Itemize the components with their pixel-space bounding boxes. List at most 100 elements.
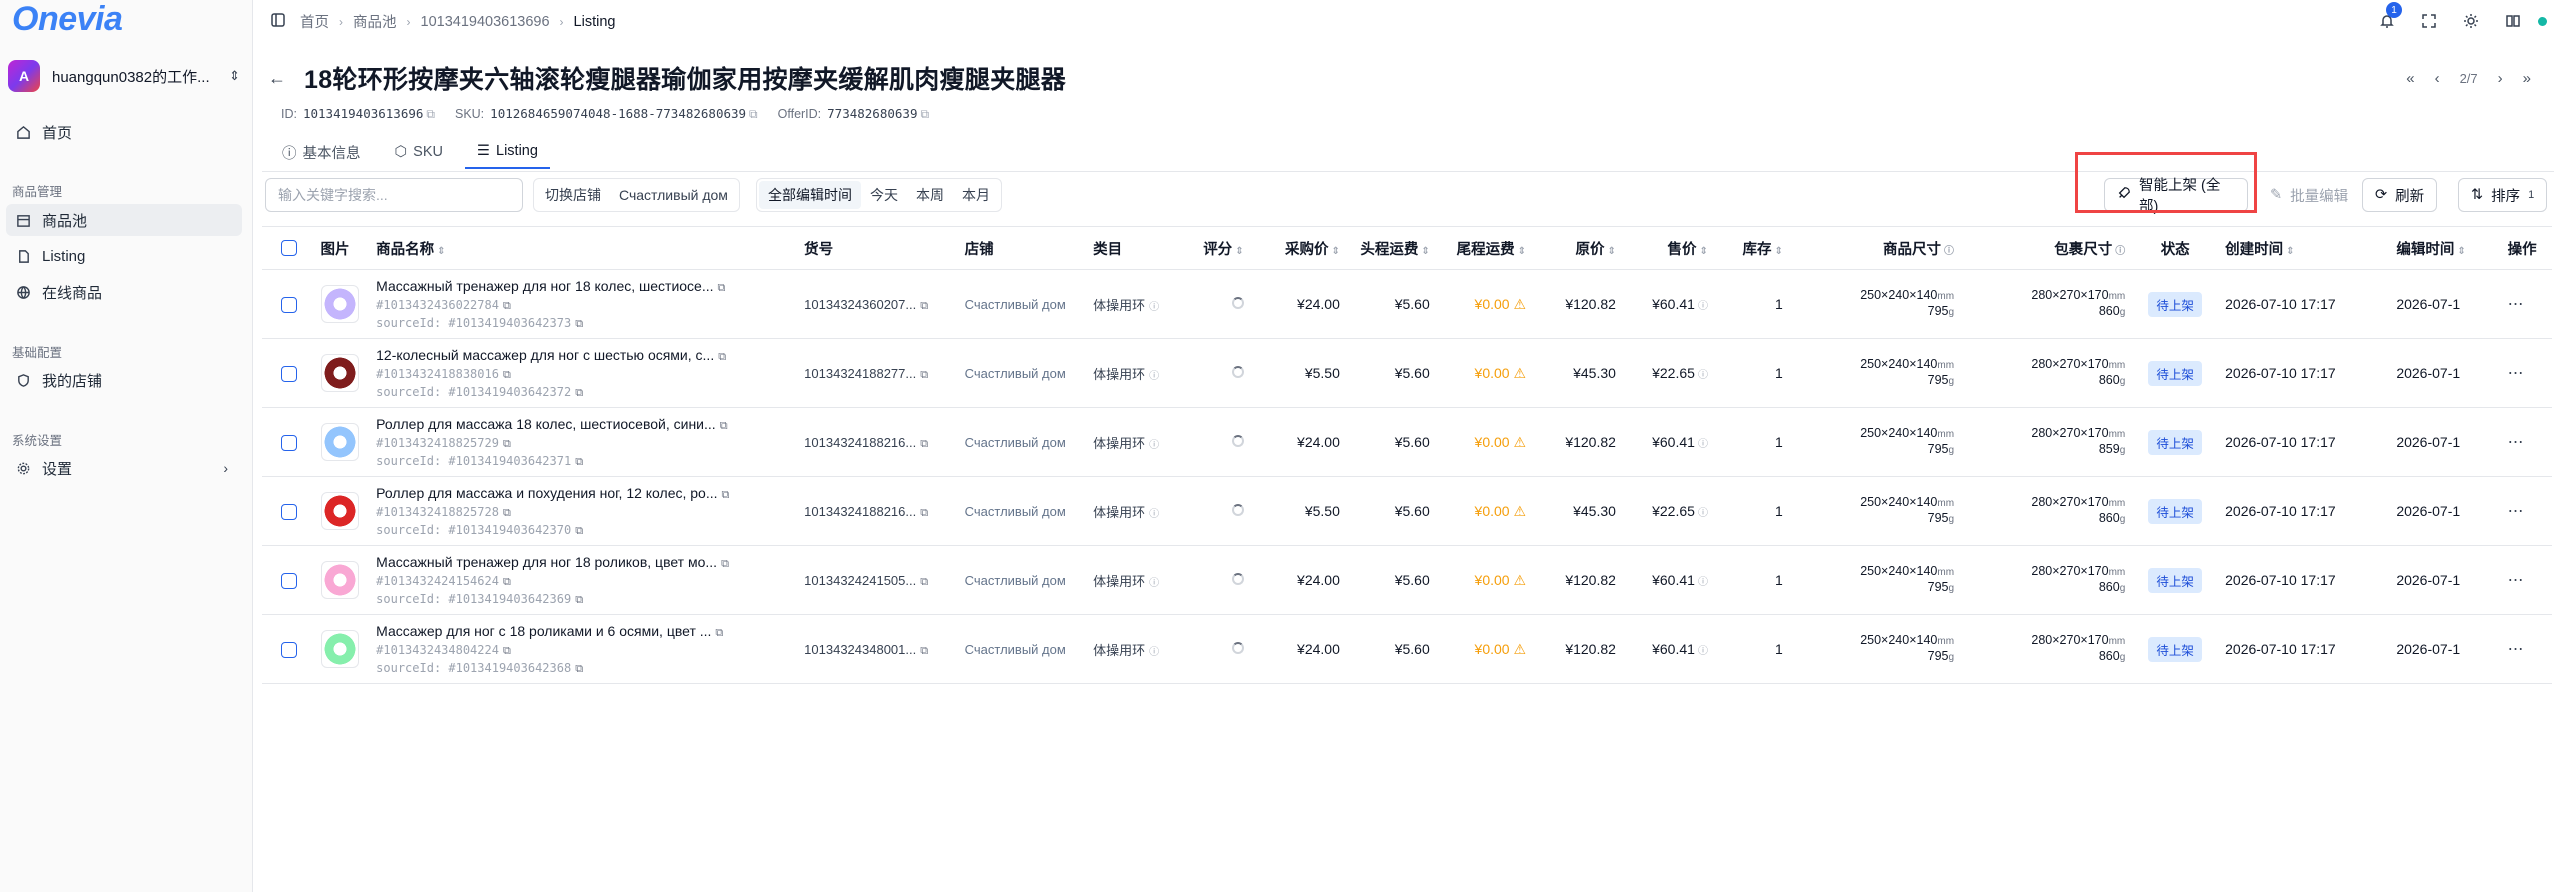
copy-icon[interactable]: ⧉ [920,107,929,121]
product-name[interactable]: Роллер для массажа 18 колес, шестиосевой… [376,416,736,433]
app-logo[interactable]: Onevia [12,0,123,39]
copy-icon[interactable]: ⧉ [575,317,583,330]
copy-icon[interactable]: ⧉ [920,369,928,381]
copy-icon[interactable]: ⧉ [575,386,583,399]
product-thumbnail[interactable] [320,285,359,323]
product-thumbnail[interactable] [320,492,359,530]
col-stock[interactable]: 库存 ⇕ [1712,226,1788,270]
product-name[interactable]: Массажный тренажер для ног 18 колес, шес… [376,278,736,295]
copy-icon[interactable]: ⧉ [575,524,583,537]
current-shop[interactable]: Счастливый дом [610,181,737,209]
breadcrumb-home[interactable]: 首页 [300,11,329,32]
sidebar-item-home[interactable]: 首页 [6,116,242,148]
fullscreen-button[interactable] [2412,6,2446,36]
breadcrumb-product-id[interactable]: 1013419403613696 [421,14,550,30]
filter-this-month[interactable]: 本月 [953,181,999,209]
copy-icon[interactable]: ⧉ [503,506,511,519]
breadcrumb-product-pool[interactable]: 商品池 [353,11,397,32]
copy-icon[interactable]: ⧉ [920,438,928,450]
sidebar-item-settings[interactable]: 设置 › [6,452,242,484]
more-actions-icon[interactable]: ⋯ [2508,296,2524,313]
more-actions-icon[interactable]: ⋯ [2508,434,2524,451]
col-rating[interactable]: 评分 ⇕ [1184,226,1249,270]
copy-icon[interactable]: ⧉ [575,593,583,606]
more-actions-icon[interactable]: ⋯ [2508,503,2524,520]
copy-icon[interactable]: ⧉ [575,662,583,675]
copy-icon[interactable]: ⧉ [920,507,928,519]
listing-id: #1013432418825728 ⧉ [376,504,511,519]
copy-icon[interactable]: ⧉ [575,455,583,468]
copy-icon[interactable]: ⧉ [920,300,928,312]
batch-edit-button[interactable]: ✎ 批量编辑 [2258,178,2360,212]
tab-sku[interactable]: ⬡ SKU [383,135,456,169]
more-actions-icon[interactable]: ⋯ [2508,572,2524,589]
notification-button[interactable]: 1 [2370,2,2404,36]
sidebar-toggle-icon[interactable] [270,12,286,32]
shop-switcher[interactable]: 切换店铺 Счастливый дом [533,178,740,212]
col-purchase-price[interactable]: 采购价 ⇕ [1248,226,1345,270]
product-name[interactable]: 12-колесный массажер для ног с шестью ос… [376,347,736,364]
copy-icon[interactable]: ⧉ [920,576,928,588]
search-input[interactable]: 输入关键字搜索... [265,178,523,212]
more-actions-icon[interactable]: ⋯ [2508,641,2524,658]
row-checkbox[interactable] [280,296,297,313]
copy-icon[interactable]: ⧉ [718,351,726,363]
sort-button[interactable]: ⇅ 排序 1 [2458,178,2548,212]
copy-icon[interactable]: ⧉ [503,368,511,381]
copy-icon[interactable]: ⧉ [718,282,726,294]
copy-icon[interactable]: ⧉ [722,489,730,501]
col-name[interactable]: 商品名称 ⇕ [371,226,800,270]
row-created: 2026-07-10 17:17 [2220,545,2392,615]
filter-this-week[interactable]: 本周 [907,181,953,209]
prev-page-button[interactable]: ‹ [2435,70,2440,87]
copy-icon[interactable]: ⧉ [715,627,723,639]
product-thumbnail[interactable] [320,354,359,392]
filter-all-time[interactable]: 全部编辑时间 [759,181,861,209]
listing-id: #1013432436022784 ⧉ [376,297,511,312]
product-name[interactable]: Массажер для ног с 18 роликами и 6 осями… [376,623,736,640]
more-actions-icon[interactable]: ⋯ [2508,365,2524,382]
product-thumbnail[interactable] [320,630,359,668]
copy-icon[interactable]: ⧉ [503,299,511,312]
next-page-button[interactable]: › [2498,70,2503,87]
first-page-button[interactable]: « [2406,70,2414,87]
row-checkbox[interactable] [280,503,297,520]
col-created[interactable]: 创建时间 ⇕ [2220,226,2392,270]
workspace-switcher[interactable]: A huangqun0382的工作... ⇕ [8,58,240,94]
last-page-button[interactable]: » [2523,70,2531,87]
col-edited[interactable]: 编辑时间 ⇕ [2391,226,2503,270]
tab-listing[interactable]: ☰ Listing [465,135,550,169]
filter-today[interactable]: 今天 [861,181,907,209]
row-checkbox[interactable] [280,641,297,658]
col-sale-price[interactable]: 售价 ⇕ [1620,226,1713,270]
col-last-leg[interactable]: 尾程运费 ⇕ [1434,226,1532,270]
row-checkbox[interactable] [280,434,297,451]
product-name[interactable]: Роллер для массажа и похудения ног, 12 к… [376,485,736,502]
theme-toggle-button[interactable] [2454,6,2488,36]
back-arrow-icon[interactable]: ← [268,68,286,89]
select-all-checkbox[interactable] [280,240,297,257]
copy-icon[interactable]: ⧉ [749,107,758,121]
product-thumbnail[interactable] [320,423,359,461]
refresh-button[interactable]: ⟳ 刷新 [2362,178,2438,212]
sidebar-item-my-shop[interactable]: 我的店铺 [6,364,242,396]
copy-icon[interactable]: ⧉ [503,575,511,588]
product-thumbnail[interactable] [320,561,359,599]
tab-basic-info[interactable]: ⓘ 基本信息 [270,135,373,169]
docs-button[interactable] [2496,6,2530,36]
sidebar-item-online-products[interactable]: 在线商品 [6,276,242,308]
product-name[interactable]: Массажный тренажер для ног 18 роликов, ц… [376,554,736,571]
row-checkbox[interactable] [280,572,297,589]
switch-shop-label[interactable]: 切换店铺 [536,181,610,209]
copy-icon[interactable]: ⧉ [721,558,729,570]
col-first-leg[interactable]: 头程运费 ⇕ [1344,226,1435,270]
copy-icon[interactable]: ⧉ [503,437,511,450]
copy-icon[interactable]: ⧉ [426,107,435,121]
copy-icon[interactable]: ⧉ [720,420,728,432]
sidebar-item-listing[interactable]: Listing [6,240,242,272]
copy-icon[interactable]: ⧉ [503,644,511,657]
row-checkbox[interactable] [280,365,297,382]
sidebar-item-product-pool[interactable]: 商品池 [6,204,242,236]
copy-icon[interactable]: ⧉ [920,645,928,657]
col-original-price[interactable]: 原价 ⇕ [1531,226,1621,270]
